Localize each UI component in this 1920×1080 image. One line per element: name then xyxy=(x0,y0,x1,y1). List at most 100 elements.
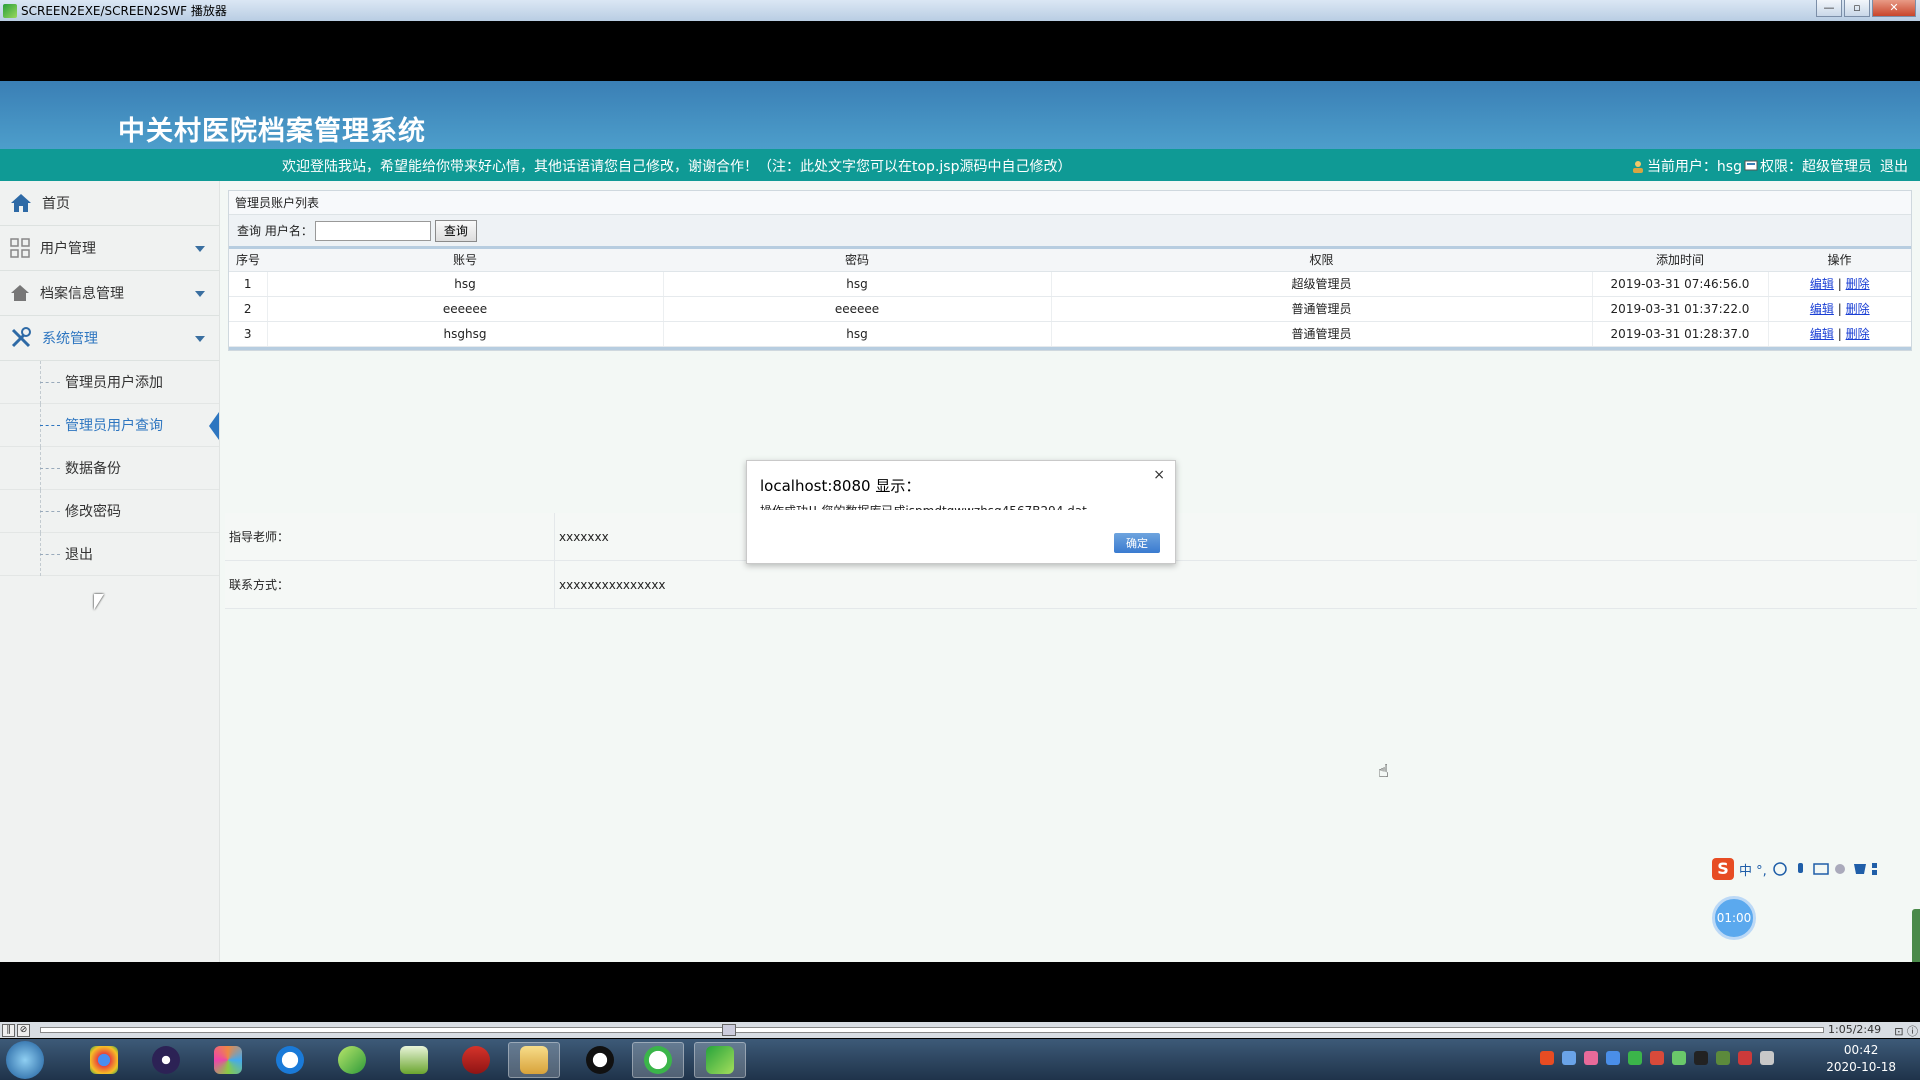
dialog-close-icon[interactable]: × xyxy=(1153,467,1165,483)
cell-password: eeeeee xyxy=(663,296,1052,322)
qq-tray-icon[interactable] xyxy=(1694,1051,1708,1065)
cell-account: eeeeee xyxy=(267,296,664,322)
shield-icon[interactable] xyxy=(1606,1051,1620,1065)
table-row: 3 hsghsg hsg 普通管理员 2019-03-31 01:28:37.0… xyxy=(229,321,1911,347)
cell-actions: 编辑 | 删除 xyxy=(1768,271,1911,297)
sub-item-admin-query[interactable]: 管理员用户查询 xyxy=(0,404,219,447)
taskbar-chrome[interactable] xyxy=(78,1042,130,1078)
sub-item-label: 管理员用户查询 xyxy=(65,418,163,434)
seek-thumb[interactable] xyxy=(722,1024,736,1036)
separator: | xyxy=(1837,302,1842,316)
chevron-down-icon xyxy=(195,291,205,297)
player-extra-icons[interactable]: ⊡ ⓘ xyxy=(1894,1023,1918,1039)
display-icon[interactable] xyxy=(1760,1051,1774,1065)
active-indicator xyxy=(209,412,219,440)
delete-link[interactable]: 删除 xyxy=(1846,302,1870,316)
chevron-down-icon xyxy=(195,336,205,342)
system-tray xyxy=(1540,1051,1774,1065)
leaf-app-icon xyxy=(338,1046,366,1074)
alert-dialog: localhost:8080 显示： × 操作成功!! 您的数据库已成jspmd… xyxy=(746,460,1176,564)
taskbar-wechat[interactable] xyxy=(632,1042,684,1078)
sidebar-item-user-management[interactable]: 用户管理 xyxy=(0,226,219,271)
sub-item-logout[interactable]: 退出 xyxy=(0,533,219,576)
edit-link[interactable]: 编辑 xyxy=(1810,277,1834,291)
eclipse-icon xyxy=(152,1046,180,1074)
taskbar-screen2exe[interactable] xyxy=(694,1042,746,1078)
tray-icon[interactable] xyxy=(1672,1051,1686,1065)
dialog-ok-button[interactable]: 确定 xyxy=(1114,533,1160,553)
taskbar-explorer[interactable] xyxy=(508,1042,560,1078)
admin-table: 序号 账号 密码 权限 添加时间 操作 1 hsg hsg 超级管理员 2019… xyxy=(229,249,1911,347)
wechat-tray-icon[interactable] xyxy=(1628,1051,1642,1065)
volume-icon[interactable] xyxy=(1738,1051,1752,1065)
chevron-down-icon xyxy=(195,246,205,252)
logout-link[interactable]: 退出 xyxy=(1880,156,1908,176)
delete-link[interactable]: 删除 xyxy=(1846,327,1870,341)
start-button[interactable] xyxy=(6,1041,44,1079)
cell-role: 普通管理员 xyxy=(1051,296,1593,322)
cell-no: 1 xyxy=(229,271,268,297)
minimize-button[interactable]: — xyxy=(1816,0,1842,17)
colorful-app-icon xyxy=(214,1046,242,1074)
sidebar-item-home[interactable]: 首页 xyxy=(0,181,219,226)
maximize-button[interactable]: ▫ xyxy=(1844,0,1870,17)
network-icon[interactable] xyxy=(1716,1051,1730,1065)
tray-icon[interactable] xyxy=(1562,1051,1576,1065)
pause-button[interactable]: ∥ xyxy=(2,1023,15,1037)
info-value: xxxxxxxxxxxxxxx xyxy=(559,577,666,592)
role-icon xyxy=(1744,160,1758,170)
player-app-icon xyxy=(3,3,17,18)
sidebar-item-system-management[interactable]: 系统管理 xyxy=(0,316,219,361)
tray-icon[interactable] xyxy=(1584,1051,1598,1065)
sogou-logo-icon: S xyxy=(1712,858,1734,880)
house-icon xyxy=(11,285,29,301)
taskbar-qq[interactable] xyxy=(574,1042,626,1078)
ime-toolbar[interactable]: S 中 °, xyxy=(1712,858,1882,880)
cell-no: 3 xyxy=(229,321,268,347)
info-key: 联系方式： xyxy=(225,561,555,608)
taskbar-app-3[interactable] xyxy=(202,1042,254,1078)
search-bar: 查询 用户名： 查询 xyxy=(229,215,1911,249)
info-value: xxxxxxx xyxy=(559,529,609,544)
tray-icon[interactable] xyxy=(1650,1051,1664,1065)
sidebar-item-label: 档案信息管理 xyxy=(40,286,124,302)
sub-item-change-password[interactable]: 修改密码 xyxy=(0,490,219,533)
folder-icon xyxy=(520,1046,548,1074)
info-row: 联系方式： xxxxxxxxxxxxxxx xyxy=(225,561,1917,609)
edge-handle[interactable] xyxy=(1912,909,1920,962)
sogou-tray-icon[interactable] xyxy=(1540,1051,1554,1065)
taskbar-flash[interactable] xyxy=(450,1042,502,1078)
welcome-bar: 欢迎登陆我站，希望能给你带来好心情，其他话语请您自己修改，谢谢合作！（注：此处文… xyxy=(0,149,1920,181)
taskbar-app-5[interactable] xyxy=(326,1042,378,1078)
sub-item-label: 退出 xyxy=(65,547,93,563)
search-label: 查询 用户名： xyxy=(237,224,313,238)
delete-link[interactable]: 删除 xyxy=(1846,277,1870,291)
search-app-icon xyxy=(276,1046,304,1074)
separator: | xyxy=(1837,277,1842,291)
recording-timer[interactable]: 01:00 xyxy=(1712,896,1756,940)
taskbar-app-4[interactable] xyxy=(264,1042,316,1078)
taskbar-eclipse[interactable] xyxy=(140,1042,192,1078)
stop-button[interactable]: ⊘ xyxy=(17,1023,30,1037)
search-button[interactable]: 查询 xyxy=(434,219,477,242)
sidebar-item-archive-management[interactable]: 档案信息管理 xyxy=(0,271,219,316)
col-header: 操作 xyxy=(1768,249,1911,272)
cell-account: hsghsg xyxy=(267,321,664,347)
table-row: 1 hsg hsg 超级管理员 2019-03-31 07:46:56.0 编辑… xyxy=(229,271,1911,297)
taskbar-app-6[interactable] xyxy=(388,1042,440,1078)
qq-penguin-icon xyxy=(586,1046,614,1074)
taskbar-clock[interactable]: 00:42 2020-10-18 xyxy=(1826,1042,1896,1076)
edit-link[interactable]: 编辑 xyxy=(1810,327,1834,341)
arrow-cursor-icon xyxy=(94,594,104,610)
sub-item-data-backup[interactable]: 数据备份 xyxy=(0,447,219,490)
seek-bar[interactable] xyxy=(40,1027,1824,1033)
cell-time: 2019-03-31 01:37:22.0 xyxy=(1592,296,1769,322)
sub-item-admin-add[interactable]: 管理员用户添加 xyxy=(0,361,219,404)
table-row: 2 eeeeee eeeeee 普通管理员 2019-03-31 01:37:2… xyxy=(229,296,1911,322)
sidebar-item-label: 首页 xyxy=(42,196,70,212)
close-button[interactable]: ✕ xyxy=(1872,0,1916,17)
username-search-input[interactable] xyxy=(314,220,431,241)
site-header: 中关村医院档案管理系统 xyxy=(0,81,1920,149)
edit-link[interactable]: 编辑 xyxy=(1810,302,1834,316)
sidebar: 首页 用户管理 档案信息管理 系统管理 管理员用户添加 管理员用户查询 数据备份… xyxy=(0,181,220,962)
